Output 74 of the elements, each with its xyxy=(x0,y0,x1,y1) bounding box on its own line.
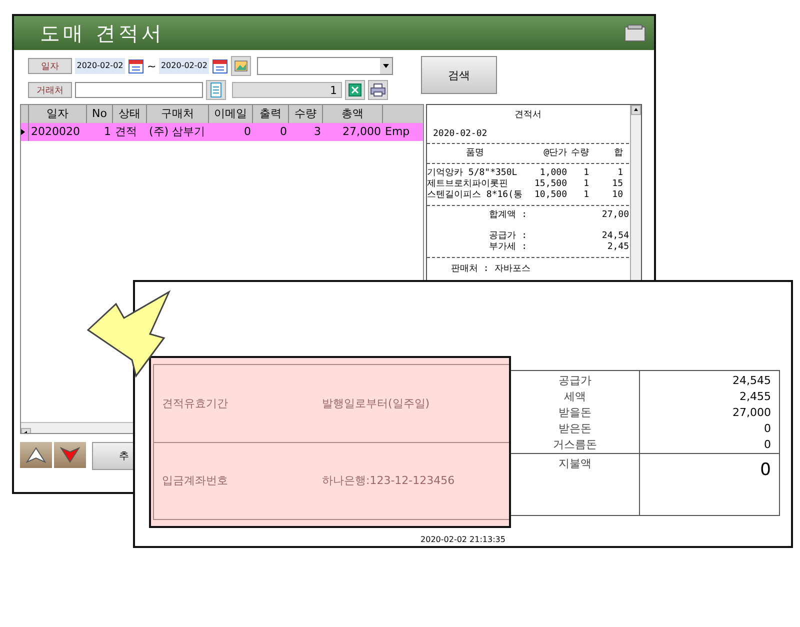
table-cell-text: 27,000 xyxy=(342,124,382,140)
date-to-field[interactable]: 2020-02-02 xyxy=(159,58,210,74)
receipt-amount: 10 xyxy=(611,190,623,201)
dropdown-field[interactable] xyxy=(257,57,394,75)
table-cell-text: Emp xyxy=(384,124,411,140)
receipt-header-text: 합 xyxy=(613,148,623,159)
table-row[interactable]: 2020020 1 견적 (주) 삼부기 0 0 3 27,000 Emp xyxy=(21,123,423,141)
timestamp: 2020-02-02 21:13:35 xyxy=(420,535,506,544)
receipt-header-text: @단가 xyxy=(542,148,567,159)
calendar-icon[interactable] xyxy=(212,58,228,74)
receipt-total-label: 합계액 : xyxy=(488,210,527,221)
table-cell-text: (주) 삼부기 xyxy=(148,124,206,140)
scroll-up-icon[interactable] xyxy=(632,106,640,114)
receipt-item-name: 스텐길이피스 8*16(통 xyxy=(427,190,523,201)
search-button[interactable]: 검색 xyxy=(421,56,498,94)
pay-value: 0 xyxy=(760,462,771,478)
receipt-total-label: 공급가 : xyxy=(488,231,527,242)
window-title: 도매 견적서 xyxy=(40,20,164,46)
amount-value: 24,545 xyxy=(732,373,771,389)
amount-label: 거스름돈 xyxy=(553,437,597,453)
note-label: 견적유효기간 xyxy=(161,396,229,411)
document-icon[interactable] xyxy=(206,80,226,100)
receipt-total-value: 27,00 xyxy=(600,210,629,221)
amount-label: 공급가 xyxy=(558,373,592,389)
table-cell-text: 2020020 xyxy=(30,124,81,140)
client-field[interactable] xyxy=(75,82,203,98)
row-pointer-icon xyxy=(21,129,25,135)
note-label: 입금계좌번호 xyxy=(161,473,229,488)
amount-label: 받은돈 xyxy=(558,421,592,437)
receipt-total-label: 부가세 : xyxy=(488,242,527,253)
receipt-qty: 1 xyxy=(582,168,589,179)
table-cell-text: 0 xyxy=(279,124,288,140)
picture-icon[interactable] xyxy=(231,56,252,76)
receipt-item-name: 제트브로치파이롯핀 xyxy=(427,179,509,190)
calendar-icon[interactable] xyxy=(128,58,144,74)
count-field: 1 xyxy=(232,82,342,98)
receipt-title: 견적서 xyxy=(514,109,542,121)
table-cell-text: 3 xyxy=(313,124,322,140)
table-cell-text: 견적 xyxy=(114,124,138,140)
date-from-field[interactable]: 2020-02-02 xyxy=(75,58,125,74)
note-value: 발행일로부터(일주일) xyxy=(322,396,430,411)
printer-icon[interactable] xyxy=(368,80,388,100)
note-value: 하나은행:123-12-123456 xyxy=(322,473,455,488)
dropdown-caret-icon[interactable] xyxy=(380,58,392,74)
pay-label: 지불액 xyxy=(558,456,592,472)
date-label-button[interactable]: 일자 xyxy=(28,58,72,74)
move-down-button[interactable] xyxy=(54,442,86,468)
window-icon[interactable] xyxy=(624,24,646,42)
range-separator: ~ xyxy=(147,60,156,72)
amount-value: 27,000 xyxy=(732,405,771,421)
receipt-total-value: 2,45 xyxy=(606,242,629,253)
receipt-total-value: 24,54 xyxy=(600,231,629,242)
amount-label: 세액 xyxy=(564,389,586,405)
receipt-amount: 1 xyxy=(616,168,623,179)
amount-value: 2,455 xyxy=(740,389,771,405)
receipt-price: 15,500 xyxy=(533,179,567,190)
amount-label: 받을돈 xyxy=(558,405,592,421)
table-cell-text: 0 xyxy=(243,124,252,140)
client-label-button[interactable]: 거래처 xyxy=(28,82,72,98)
receipt-header-text: 수량 xyxy=(570,148,589,159)
receipt-qty: 1 xyxy=(582,179,589,190)
receipt-date: 2020-02-02 xyxy=(433,129,488,139)
table-cell-text: 1 xyxy=(103,124,112,140)
spreadsheet-icon[interactable] xyxy=(345,80,365,100)
receipt-header-text: 품명 xyxy=(465,148,485,159)
move-up-button[interactable] xyxy=(20,442,52,468)
receipt-qty: 1 xyxy=(582,190,589,201)
receipt-seller: 판매처 : 자바포스 xyxy=(451,263,532,275)
receipt-price: 10,500 xyxy=(533,190,567,201)
receipt-item-name: 기억앙카 5/8"*350L xyxy=(427,168,518,179)
receipt-price: 1,000 xyxy=(538,168,567,179)
amount-value: 0 xyxy=(764,437,771,453)
amount-value: 0 xyxy=(764,421,771,437)
receipt-amount: 15 xyxy=(611,179,623,190)
